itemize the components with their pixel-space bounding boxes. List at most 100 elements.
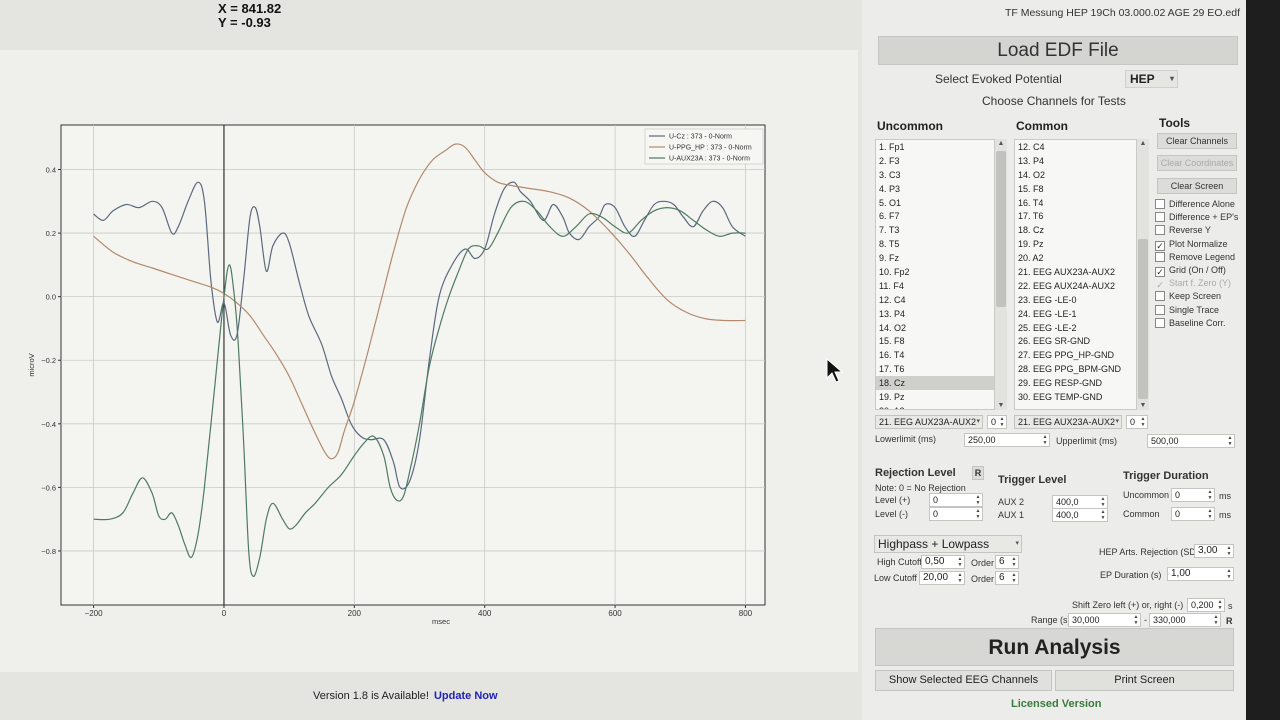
common-channel-item[interactable]: 14. O2 xyxy=(1015,168,1136,182)
uncommon-channel-item[interactable]: 18. Cz xyxy=(876,376,994,391)
level-plus-input[interactable]: 0 ▲ ▼ xyxy=(929,493,983,507)
spin-arrows-icon[interactable]: ▲ ▼ xyxy=(956,572,964,584)
common-spin[interactable]: 0 ▲ ▼ xyxy=(1126,415,1148,429)
uncommon-channel-item[interactable]: 13. P4 xyxy=(876,307,994,321)
checkbox-reverse-y[interactable]: Reverse Y xyxy=(1155,225,1211,236)
uncommon-channel-item[interactable]: 3. C3 xyxy=(876,168,994,182)
common-channel-item[interactable]: 13. P4 xyxy=(1015,154,1136,168)
common-scrollbar[interactable]: ▲ ▼ xyxy=(1137,139,1149,410)
spin-arrows-icon[interactable]: ▲ ▼ xyxy=(1132,614,1140,626)
common-channel-combo[interactable]: 21. EEG AUX23A-AUX2 ▾ xyxy=(1014,415,1122,429)
common-channel-item[interactable]: 25. EEG -LE-2 xyxy=(1015,321,1136,335)
common-channel-item[interactable]: 28. EEG PPG_BPM-GND xyxy=(1015,362,1136,376)
common-channel-item[interactable]: 17. T6 xyxy=(1015,209,1136,223)
filter-select[interactable]: Highpass + Lowpass ▾ xyxy=(874,535,1022,553)
common-channel-item[interactable]: 22. EEG AUX24A-AUX2 xyxy=(1015,279,1136,293)
rejection-r-button[interactable]: R xyxy=(972,466,984,480)
uncommon-duration-input[interactable]: 0 ▲ ▼ xyxy=(1171,488,1215,502)
uncommon-channel-item[interactable]: 17. T6 xyxy=(876,362,994,376)
common-duration-input[interactable]: 0 ▲ ▼ xyxy=(1171,507,1215,521)
eeg-chart[interactable]: −200 0 200 400 600 800 −0.8 −0.6 −0.4 −0.2 0.0 0.2 0… xyxy=(0,0,862,720)
shift-zero-input[interactable]: 0,200 ▲ ▼ xyxy=(1187,598,1225,612)
checkbox-icon[interactable] xyxy=(1155,304,1165,315)
high-cutoff-input[interactable]: 0,50 ▲ ▼ xyxy=(921,555,965,569)
spin-arrows-icon[interactable]: ▲ ▼ xyxy=(998,416,1006,428)
uncommon-list[interactable]: 1. Fp1 2. F3 3. C3 4. P3 5. O1 6. F7 7. T3 8. T… xyxy=(875,139,995,410)
spin-arrows-icon[interactable]: ▲ ▼ xyxy=(974,494,982,506)
uncommon-channel-item[interactable]: 15. F8 xyxy=(876,334,994,348)
common-channel-item[interactable]: 12. C4 xyxy=(1015,140,1136,154)
checkbox-difference-alone[interactable]: Difference Alone xyxy=(1155,199,1235,209)
common-channel-item[interactable]: 26. EEG SR-GND xyxy=(1015,334,1136,348)
ep-duration-input[interactable]: 1,00 ▲ ▼ xyxy=(1167,567,1234,581)
common-list[interactable]: 12. C4 13. P4 14. O2 15. F8 16. T4 17. T6 18. … xyxy=(1014,139,1137,410)
checkbox-single-trace[interactable]: Single Trace xyxy=(1155,304,1219,315)
spin-arrows-icon[interactable]: ▲ ▼ xyxy=(1212,614,1220,626)
uncommon-channel-item[interactable]: 7. T3 xyxy=(876,223,994,237)
common-channel-item[interactable]: 24. EEG -LE-1 xyxy=(1015,307,1136,321)
uncommon-channel-item[interactable]: 4. P3 xyxy=(876,182,994,196)
run-analysis-button[interactable]: Run Analysis xyxy=(875,628,1234,666)
clear-screen-button[interactable]: Clear Screen xyxy=(1157,178,1237,194)
uncommon-channel-item[interactable]: 12. C4 xyxy=(876,293,994,307)
range-from-input[interactable]: 30,000 ▲ ▼ xyxy=(1068,613,1141,627)
checkbox-grid-on-off[interactable]: ✓ Grid (On / Off) xyxy=(1155,265,1226,277)
checkbox-difference-ep-s[interactable]: Difference + EP's xyxy=(1155,212,1238,223)
common-channel-item[interactable]: 23. EEG -LE-0 xyxy=(1015,293,1136,307)
uncommon-channel-item[interactable]: 1. Fp1 xyxy=(876,140,994,154)
spin-arrows-icon[interactable]: ▲ ▼ xyxy=(1041,434,1049,446)
uncommon-scrollbar[interactable]: ▲ ▼ xyxy=(995,139,1007,410)
spin-arrows-icon[interactable]: ▲ ▼ xyxy=(1216,599,1224,611)
show-selected-channels-button[interactable]: Show Selected EEG Channels xyxy=(875,670,1052,691)
uncommon-channel-combo[interactable]: 21. EEG AUX23A-AUX2 ▾ xyxy=(875,415,983,429)
checkmark-icon[interactable]: ✓ xyxy=(1155,240,1165,251)
level-minus-input[interactable]: 0 ▲ ▼ xyxy=(929,507,983,521)
checkbox-remove-legend[interactable]: Remove Legend xyxy=(1155,251,1235,262)
uncommon-channel-item[interactable]: 11. F4 xyxy=(876,279,994,293)
clear-coordinates-button[interactable]: Clear Coordinates xyxy=(1157,155,1237,171)
spin-arrows-icon[interactable]: ▲ ▼ xyxy=(1010,572,1018,584)
checkbox-icon[interactable] xyxy=(1155,199,1165,209)
spin-arrows-icon[interactable]: ▲ ▼ xyxy=(1010,556,1018,568)
aux2-input[interactable]: 400,0 ▲ ▼ xyxy=(1052,495,1108,509)
checkbox-icon[interactable] xyxy=(1155,225,1165,236)
scroll-thumb[interactable] xyxy=(1138,239,1148,399)
scroll-up-icon[interactable]: ▲ xyxy=(1137,140,1149,147)
checkbox-icon[interactable] xyxy=(1155,212,1165,223)
uncommon-channel-item[interactable]: 16. T4 xyxy=(876,348,994,362)
upperlimit-input[interactable]: 500,00 ▲ ▼ xyxy=(1147,434,1235,448)
spin-arrows-icon[interactable]: ▲ ▼ xyxy=(1099,496,1107,508)
checkbox-baseline-corr[interactable]: Baseline Corr. xyxy=(1155,317,1226,328)
spin-arrows-icon[interactable]: ▲ ▼ xyxy=(956,556,964,568)
spin-arrows-icon[interactable]: ▲ ▼ xyxy=(1206,508,1214,520)
uncommon-channel-item[interactable]: 19. Pz xyxy=(876,390,994,404)
common-channel-item[interactable]: 30. EEG TEMP-GND xyxy=(1015,390,1136,404)
spin-arrows-icon[interactable]: ▲ ▼ xyxy=(1206,489,1214,501)
range-to-input[interactable]: 330,000 ▲ ▼ xyxy=(1149,613,1221,627)
common-channel-item[interactable]: 21. EEG AUX23A-AUX2 xyxy=(1015,265,1136,279)
aux1-input[interactable]: 400,0 ▲ ▼ xyxy=(1052,508,1108,522)
checkbox-keep-screen[interactable]: Keep Screen xyxy=(1155,291,1221,302)
update-now-link[interactable]: Update Now xyxy=(434,690,498,702)
common-channel-item[interactable]: 27. EEG PPG_HP-GND xyxy=(1015,348,1136,362)
checkbox-plot-normalize[interactable]: ✓ Plot Normalize xyxy=(1155,239,1228,251)
uncommon-channel-item[interactable]: 5. O1 xyxy=(876,196,994,210)
spin-arrows-icon[interactable]: ▲ ▼ xyxy=(974,508,982,520)
spin-arrows-icon[interactable]: ▲ ▼ xyxy=(1139,416,1147,428)
common-channel-item[interactable]: 20. A2 xyxy=(1015,251,1136,265)
uncommon-channel-item[interactable]: 10. Fp2 xyxy=(876,265,994,279)
print-screen-button[interactable]: Print Screen xyxy=(1055,670,1234,691)
common-channel-item[interactable]: 19. Pz xyxy=(1015,237,1136,251)
uncommon-channel-item[interactable]: 8. T5 xyxy=(876,237,994,251)
spin-arrows-icon[interactable]: ▲ ▼ xyxy=(1225,568,1233,580)
common-channel-item[interactable]: 16. T4 xyxy=(1015,196,1136,210)
checkbox-icon[interactable] xyxy=(1155,251,1165,262)
checkmark-icon[interactable]: ✓ xyxy=(1155,267,1165,277)
uncommon-channel-item[interactable]: 6. F7 xyxy=(876,209,994,223)
scroll-thumb[interactable] xyxy=(996,151,1006,307)
scroll-up-icon[interactable]: ▲ xyxy=(995,140,1007,147)
low-cutoff-input[interactable]: 20,00 ▲ ▼ xyxy=(919,571,965,585)
clear-channels-button[interactable]: Clear Channels xyxy=(1157,133,1237,149)
checkbox-icon[interactable] xyxy=(1155,291,1165,302)
spin-arrows-icon[interactable]: ▲ ▼ xyxy=(1225,545,1233,557)
